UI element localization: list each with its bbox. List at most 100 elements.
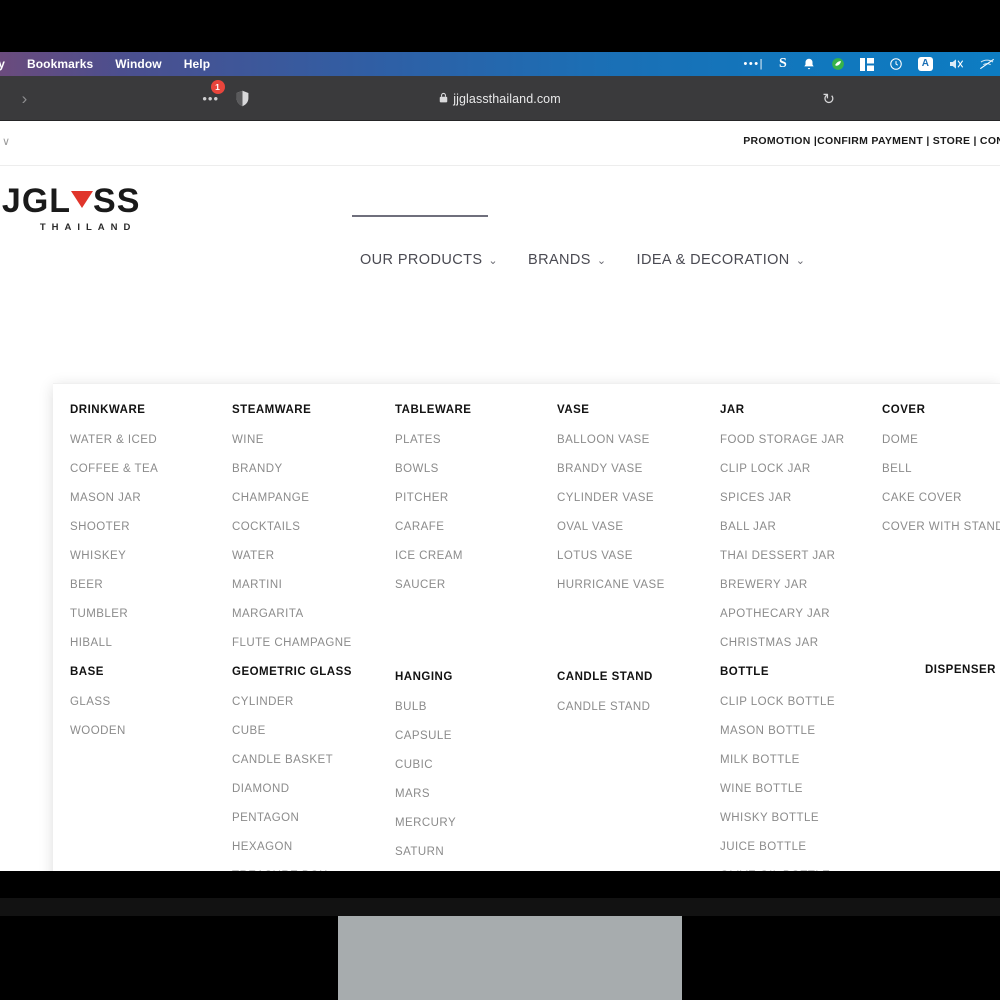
- mega-item[interactable]: SATURN: [395, 846, 557, 858]
- mega-item[interactable]: TREASURE BOX: [232, 870, 395, 871]
- mega-block-geometric-glass: GEOMETRIC GLASS CYLINDER CUBE CANDLE BAS…: [232, 666, 395, 871]
- forward-button[interactable]: ›: [22, 89, 28, 109]
- mega-item[interactable]: SPICES JAR: [720, 492, 882, 504]
- mega-item[interactable]: BALLOON VASE: [557, 434, 720, 446]
- dock-panel[interactable]: [338, 916, 682, 1000]
- mega-item[interactable]: BREWERY JAR: [720, 579, 882, 591]
- nav-our-products-label: OUR PRODUCTS: [360, 252, 483, 268]
- mega-item[interactable]: ICE CREAM: [395, 550, 557, 562]
- mega-item[interactable]: HURRICANE VASE: [557, 579, 720, 591]
- mega-item[interactable]: DIAMOND: [232, 783, 395, 795]
- mega-item[interactable]: COFFEE & TEA: [70, 463, 232, 475]
- mega-item[interactable]: CLIP LOCK JAR: [720, 463, 882, 475]
- mega-item[interactable]: MASON JAR: [70, 492, 232, 504]
- mega-heading-tableware: TABLEWARE: [395, 404, 472, 416]
- address-bar[interactable]: jjglassthailand.com: [0, 76, 1000, 121]
- mega-item[interactable]: BALL JAR: [720, 521, 882, 533]
- reload-button[interactable]: ↻: [822, 90, 835, 108]
- mega-item[interactable]: HIBALL: [70, 637, 232, 649]
- mega-item[interactable]: FLUTE CHAMPAGNE: [232, 637, 395, 649]
- mega-item[interactable]: THAI DESSERT JAR: [720, 550, 882, 562]
- nav-brands[interactable]: BRANDS ⌄: [528, 252, 606, 268]
- wifi-off-icon[interactable]: [979, 57, 995, 71]
- mega-item[interactable]: CARAFE: [395, 521, 557, 533]
- leaf-icon[interactable]: [831, 57, 845, 71]
- volume-mute-icon[interactable]: [948, 57, 964, 71]
- bell-icon[interactable]: [802, 57, 816, 71]
- mega-item[interactable]: PITCHER: [395, 492, 557, 504]
- menu-history[interactable]: ory: [0, 57, 5, 71]
- mega-item[interactable]: WHISKEY: [70, 550, 232, 562]
- mega-column-3: TABLEWARE PLATES BOWLS PITCHER CARAFE IC…: [395, 404, 557, 871]
- nav-idea-decoration-label: IDEA & DECORATION: [636, 252, 790, 268]
- mega-item[interactable]: BOWLS: [395, 463, 557, 475]
- mega-item[interactable]: FOOD STORAGE JAR: [720, 434, 882, 446]
- mega-item[interactable]: BRANDY VASE: [557, 463, 720, 475]
- mega-item[interactable]: BULB: [395, 701, 557, 713]
- mega-item[interactable]: WATER: [232, 550, 395, 562]
- site-logo[interactable]: JJGLSS THAILAND: [0, 184, 140, 233]
- menu-window[interactable]: Window: [115, 57, 161, 71]
- input-source-icon[interactable]: A: [917, 57, 933, 71]
- mega-item[interactable]: WHISKY BOTTLE: [720, 812, 882, 824]
- mega-item[interactable]: GLASS: [70, 696, 232, 708]
- chevron-down-icon[interactable]: ∨: [2, 135, 10, 148]
- mega-item[interactable]: OLIVE OIL BOTTLE: [720, 870, 882, 871]
- mega-item[interactable]: CANDLE BASKET: [232, 754, 395, 766]
- mega-item[interactable]: BRANDY: [232, 463, 395, 475]
- nav-idea-decoration[interactable]: IDEA & DECORATION ⌄: [637, 252, 806, 268]
- menubar-app-menus: ory Bookmarks Window Help: [0, 57, 210, 71]
- mega-item[interactable]: CAPSULE: [395, 730, 557, 742]
- mega-item[interactable]: WOODEN: [70, 725, 232, 737]
- mega-heading-dispenser[interactable]: DISPENSER: [925, 664, 996, 676]
- mega-item[interactable]: CANDLE STAND: [557, 701, 720, 713]
- mega-item[interactable]: CAKE COVER: [882, 492, 1000, 504]
- clock-icon[interactable]: [889, 57, 903, 71]
- s-logo-icon[interactable]: S: [779, 57, 787, 71]
- mega-item[interactable]: WINE BOTTLE: [720, 783, 882, 795]
- mega-item[interactable]: MERCURY: [395, 817, 557, 829]
- mega-item[interactable]: JUICE BOTTLE: [720, 841, 882, 853]
- mega-item[interactable]: WATER & ICED: [70, 434, 232, 446]
- mega-item[interactable]: PENTAGON: [232, 812, 395, 824]
- mega-item[interactable]: MARTINI: [232, 579, 395, 591]
- utility-links[interactable]: PROMOTION |CONFIRM PAYMENT | STORE | CON…: [743, 135, 1000, 147]
- extension-dots-icon[interactable]: ••• 1: [202, 80, 225, 106]
- mega-item[interactable]: HEXAGON: [232, 841, 395, 853]
- mega-item[interactable]: CYLINDER: [232, 696, 395, 708]
- mega-item[interactable]: CUBIC: [395, 759, 557, 771]
- mega-item[interactable]: CLIP LOCK BOTTLE: [720, 696, 882, 708]
- mega-item[interactable]: SAUCER: [395, 579, 557, 591]
- mega-menu-grid: DRINKWARE WATER & ICED COFFEE & TEA MASO…: [70, 404, 1000, 871]
- mega-block-hanging: HANGING BULB CAPSULE CUBIC MARS MERCURY …: [395, 671, 557, 871]
- menu-help[interactable]: Help: [184, 57, 210, 71]
- mega-item[interactable]: CUBE: [232, 725, 395, 737]
- mega-item[interactable]: OVAL VASE: [557, 521, 720, 533]
- grid-icon[interactable]: [859, 57, 874, 71]
- mega-item[interactable]: TUMBLER: [70, 608, 232, 620]
- menu-bookmarks[interactable]: Bookmarks: [27, 57, 93, 71]
- shield-icon[interactable]: [235, 90, 250, 107]
- mega-item[interactable]: CHRISTMAS JAR: [720, 637, 882, 649]
- nav-our-products[interactable]: OUR PRODUCTS ⌄: [360, 252, 498, 268]
- mega-item[interactable]: MILK BOTTLE: [720, 754, 882, 766]
- chevron-down-icon: ⌄: [596, 254, 607, 267]
- mega-item[interactable]: MARS: [395, 788, 557, 800]
- mega-item[interactable]: COVER WITH STAND: [882, 521, 1000, 533]
- mega-item[interactable]: APOTHECARY JAR: [720, 608, 882, 620]
- mega-item[interactable]: PLATES: [395, 434, 557, 446]
- mega-item[interactable]: COCKTAILS: [232, 521, 395, 533]
- mega-item[interactable]: SHOOTER: [70, 521, 232, 533]
- dots-icon[interactable]: •••|: [744, 58, 764, 70]
- mega-item[interactable]: DOME: [882, 434, 1000, 446]
- mega-item[interactable]: CHAMPANGE: [232, 492, 395, 504]
- url-text: jjglassthailand.com: [453, 91, 561, 106]
- mega-item[interactable]: BELL: [882, 463, 1000, 475]
- mega-item[interactable]: LOTUS VASE: [557, 550, 720, 562]
- mega-item[interactable]: CYLINDER VASE: [557, 492, 720, 504]
- mega-item[interactable]: MASON BOTTLE: [720, 725, 882, 737]
- mega-item[interactable]: WINE: [232, 434, 395, 446]
- mega-heading-jar: JAR: [720, 404, 745, 416]
- mega-item[interactable]: BEER: [70, 579, 232, 591]
- mega-item[interactable]: MARGARITA: [232, 608, 395, 620]
